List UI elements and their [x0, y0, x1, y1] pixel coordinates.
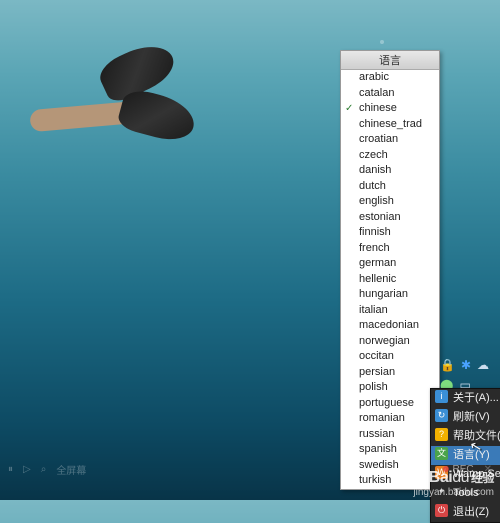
language-item-hungarian[interactable]: hungarian — [341, 287, 439, 303]
language-item-catalan[interactable]: catalan — [341, 86, 439, 102]
language-item-norwegian[interactable]: norwegian — [341, 334, 439, 350]
language-item-dutch[interactable]: dutch — [341, 179, 439, 195]
lock-icon[interactable]: 🔒 — [440, 358, 455, 372]
cloud-icon[interactable]: ☁ — [477, 358, 489, 372]
language-item-spanish[interactable]: spanish — [341, 442, 439, 458]
language-item-estonian[interactable]: estonian — [341, 210, 439, 226]
watermark-url: jingyan.baidu.com — [413, 487, 494, 498]
tray-item-help[interactable]: ?帮助文件(X) — [431, 427, 500, 446]
watermark-logo: Baidu经验 — [429, 469, 494, 487]
watermark: Baidu经验 jingyan.baidu.com — [0, 466, 500, 500]
language-item-polish[interactable]: polish — [341, 380, 439, 396]
language-item-italian[interactable]: italian — [341, 303, 439, 319]
wamp-tray-menu[interactable]: i关于(A)...↻刷新(V)?帮助文件(X)文语言(Y)▸WWamp Sett… — [430, 388, 500, 523]
language-menu-title: 语言 — [341, 51, 439, 70]
language-item-hellenic[interactable]: hellenic — [341, 272, 439, 288]
help-icon: ? — [435, 428, 448, 441]
language-item-danish[interactable]: danish — [341, 163, 439, 179]
language-item-czech[interactable]: czech — [341, 148, 439, 164]
language-item-chinese_trad[interactable]: chinese_trad — [341, 117, 439, 133]
lang-icon: 文 — [435, 447, 448, 460]
language-item-macedonian[interactable]: macedonian — [341, 318, 439, 334]
check-icon: ✓ — [345, 101, 353, 117]
language-item-english[interactable]: english — [341, 194, 439, 210]
language-item-german[interactable]: german — [341, 256, 439, 272]
tray-item-about[interactable]: i关于(A)... — [431, 389, 500, 408]
language-item-french[interactable]: french — [341, 241, 439, 257]
language-item-portuguese[interactable]: portuguese — [341, 396, 439, 412]
language-item-occitan[interactable]: occitan — [341, 349, 439, 365]
tray-item-exit[interactable]: ⏻退出(Z) — [431, 503, 500, 522]
bluetooth-icon[interactable]: ✱ — [461, 358, 471, 372]
wallpaper-swimmer — [30, 50, 250, 170]
language-item-russian[interactable]: russian — [341, 427, 439, 443]
language-item-romanian[interactable]: romanian — [341, 411, 439, 427]
language-item-list: arabiccatalan✓chinesechinese_tradcroatia… — [341, 70, 439, 489]
language-item-persian[interactable]: persian — [341, 365, 439, 381]
tray-item-refresh[interactable]: ↻刷新(V) — [431, 408, 500, 427]
language-item-finnish[interactable]: finnish — [341, 225, 439, 241]
refresh-icon: ↻ — [435, 409, 448, 422]
about-icon: i — [435, 390, 448, 403]
system-tray: 🔒 ✱ ☁ ⬤ ▭ — [440, 358, 500, 392]
language-submenu[interactable]: 语言 arabiccatalan✓chinesechinese_tradcroa… — [340, 50, 440, 490]
language-item-croatian[interactable]: croatian — [341, 132, 439, 148]
language-item-arabic[interactable]: arabic — [341, 70, 439, 86]
exit-icon: ⏻ — [435, 504, 448, 517]
language-item-chinese[interactable]: ✓chinese — [341, 101, 439, 117]
